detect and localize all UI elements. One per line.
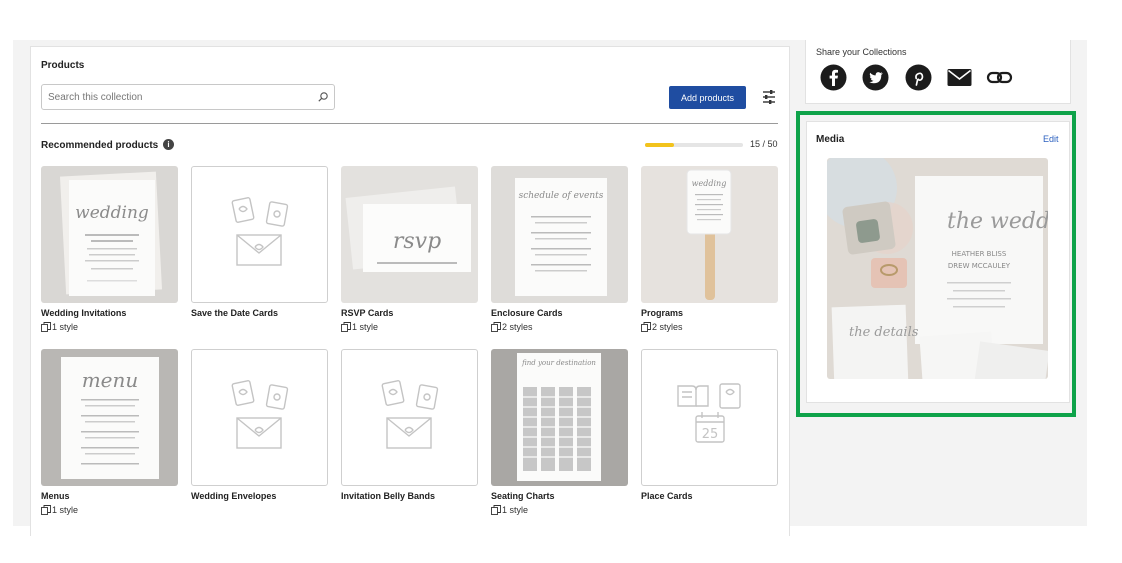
style-count-label: 2 styles (502, 322, 533, 332)
card-script-text: menu (82, 368, 139, 392)
products-heading: Products (41, 60, 85, 71)
card-script-text: schedule of events (519, 191, 604, 201)
product-name[interactable]: Seating Charts (491, 491, 555, 501)
product-name[interactable]: Save the Date Cards (191, 308, 278, 318)
media-edit-link[interactable]: Edit (1043, 134, 1059, 144)
wedding-invitation-image[interactable]: wedding (41, 166, 178, 303)
section-divider (41, 123, 778, 124)
twitter-icon[interactable] (862, 64, 889, 91)
style-count-label: 1 style (352, 322, 379, 332)
search-icon[interactable] (317, 91, 329, 103)
product-name[interactable]: Programs (641, 308, 683, 318)
card-script-text: rsvp (393, 229, 441, 254)
product-style-count: 1 style (41, 505, 78, 515)
svg-text:25: 25 (702, 427, 719, 442)
recommended-products-heading: Recommended products (41, 140, 159, 151)
product-name[interactable]: Wedding Envelopes (191, 491, 276, 501)
copy-icon (341, 322, 351, 332)
product-card-save-the-date[interactable]: Save the Date Cards (191, 166, 328, 318)
copy-icon (491, 322, 501, 332)
search-input[interactable] (48, 90, 308, 105)
product-card-wedding-invitations[interactable]: wedding Wedding Invitations 1 style (41, 166, 178, 332)
placeholder-icon[interactable] (191, 349, 328, 486)
product-name[interactable]: RSVP Cards (341, 308, 393, 318)
product-style-count: 1 style (341, 322, 378, 332)
product-name[interactable]: Place Cards (641, 491, 693, 501)
product-name[interactable]: Wedding Invitations (41, 308, 126, 318)
copy-icon (491, 505, 501, 515)
product-card-programs[interactable]: wedding Programs 2 styles (641, 166, 778, 332)
product-style-count: 2 styles (641, 322, 683, 332)
place-card-placeholder-icon[interactable]: 25 (641, 349, 778, 486)
pinterest-icon[interactable] (905, 64, 932, 91)
style-count-label: 1 style (502, 505, 529, 515)
style-count-label: 2 styles (652, 322, 683, 332)
enclosure-card-image[interactable]: schedule of events (491, 166, 628, 303)
product-style-count: 1 style (491, 505, 528, 515)
menu-card-image[interactable]: menu (41, 349, 178, 486)
share-heading: Share your Collections (816, 47, 907, 57)
seating-chart-image[interactable]: find your destination (491, 349, 628, 486)
product-name[interactable]: Invitation Belly Bands (341, 491, 435, 501)
details-script-text: the details (849, 325, 919, 340)
copy-icon (641, 322, 651, 332)
program-fan-image[interactable]: wedding (641, 166, 778, 303)
product-style-count: 2 styles (491, 322, 533, 332)
info-icon[interactable]: i (163, 139, 174, 150)
copy-icon (41, 505, 51, 515)
product-card-wedding-envelopes[interactable]: Wedding Envelopes (191, 349, 328, 501)
add-products-button[interactable]: Add products (669, 86, 746, 109)
search-box[interactable] (41, 84, 335, 110)
placeholder-icon[interactable] (191, 166, 328, 303)
filter-sliders-icon[interactable] (760, 88, 778, 106)
progress-count: 15 / 50 (750, 139, 778, 149)
media-names-line: HEATHER BLISS (952, 250, 1007, 258)
product-name[interactable]: Menus (41, 491, 70, 501)
media-names-line-2: DREW MCCAULEY (948, 262, 1011, 270)
product-card-belly-bands[interactable]: Invitation Belly Bands (341, 349, 478, 501)
product-card-enclosure[interactable]: schedule of events Enclosure Cards 2 sty… (491, 166, 628, 332)
media-heading: Media (816, 134, 845, 145)
card-script-text: wedding (75, 203, 149, 223)
style-count-label: 1 style (52, 322, 79, 332)
progress-fill (645, 143, 675, 147)
card-script-text: find your destination (521, 359, 596, 367)
placeholder-icon[interactable] (341, 349, 478, 486)
email-icon[interactable] (946, 64, 973, 91)
collection-progress-bar (645, 143, 743, 147)
product-card-rsvp[interactable]: rsvp RSVP Cards 1 style (341, 166, 478, 332)
product-card-place-cards[interactable]: 25 Place Cards (641, 349, 778, 501)
style-count-label: 1 style (52, 505, 79, 515)
product-name[interactable]: Enclosure Cards (491, 308, 563, 318)
copy-icon (41, 322, 51, 332)
rsvp-card-image[interactable]: rsvp (341, 166, 478, 303)
card-script-text: wedding (692, 179, 727, 188)
facebook-icon[interactable] (820, 64, 847, 91)
product-card-menus[interactable]: menu Menus 1 style (41, 349, 178, 515)
media-script-text: the wedding (947, 209, 1048, 234)
product-style-count: 1 style (41, 322, 78, 332)
wedding-suite-photo[interactable]: the wedding HEATHER BLISS DREW MCCAULEY … (827, 158, 1048, 379)
link-icon[interactable] (986, 64, 1013, 91)
product-card-seating-charts[interactable]: find your destination Seating Charts 1 s… (491, 349, 628, 515)
